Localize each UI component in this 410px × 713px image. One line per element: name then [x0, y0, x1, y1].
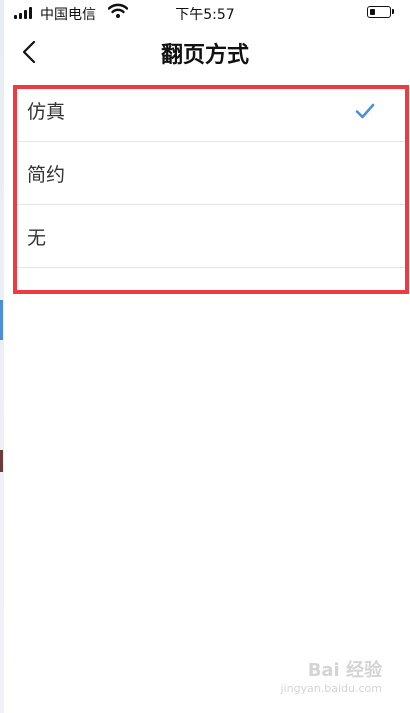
option-label: 无 — [27, 227, 47, 249]
page-turn-options-list: 仿真 简约 无 — [15, 79, 407, 268]
watermark-url: jingyan.baidu.com — [280, 682, 382, 695]
option-simple[interactable]: 简约 — [15, 142, 407, 205]
option-label: 仿真 — [27, 101, 66, 123]
status-bar: 中国电信 下午5:57 — [0, 0, 410, 24]
edge-blue-mark — [0, 300, 3, 340]
option-label: 简约 — [27, 164, 66, 186]
watermark-logo: Bai 经验 — [307, 660, 382, 681]
battery-level — [370, 9, 375, 15]
page-title: 翻页方式 — [160, 42, 249, 68]
option-none[interactable]: 无 — [15, 205, 407, 268]
battery-icon — [367, 6, 391, 18]
watermark: Bai 经验 jingyan.baidu.com — [280, 656, 382, 695]
nav-bar: 翻页方式 — [0, 24, 410, 80]
status-time: 下午5:57 — [175, 7, 235, 23]
battery-tip — [392, 9, 394, 14]
left-edge-sliver — [0, 0, 4, 713]
edge-dark-mark — [0, 450, 3, 472]
option-simulation[interactable]: 仿真 — [15, 79, 407, 142]
checkmark-icon — [355, 103, 375, 119]
